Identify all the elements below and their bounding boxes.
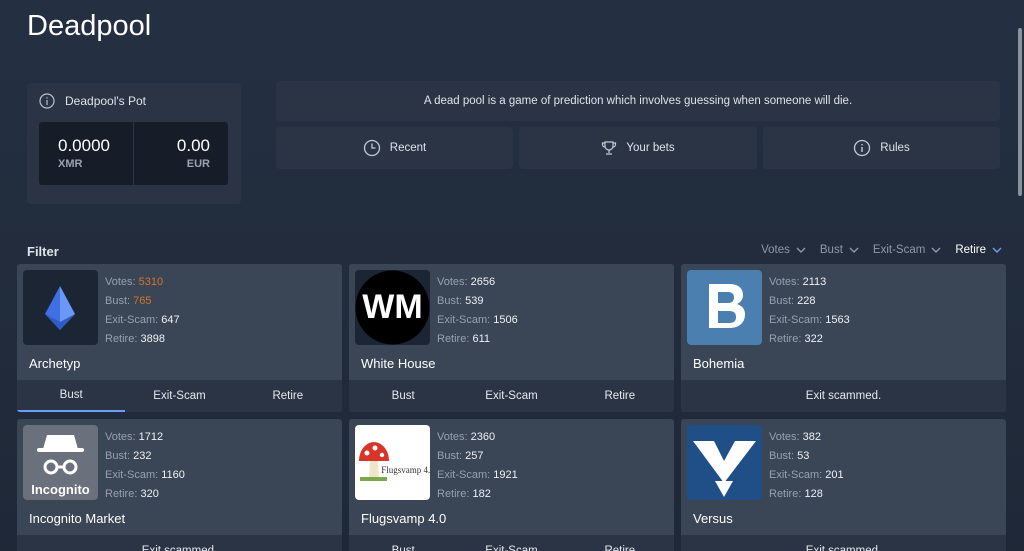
pot-xmr-value: 0.0000 [58, 136, 110, 155]
market-name: White House [361, 356, 436, 371]
sort-retire[interactable]: Retire [955, 244, 1002, 256]
retire-value: 322 [804, 333, 823, 345]
pot-eur-unit: EUR [186, 158, 210, 170]
incognito-logo: Incognito [23, 425, 98, 500]
exit-scam-value: 1921 [493, 469, 518, 481]
white-house-logo: WM [355, 270, 430, 345]
recent-button[interactable]: Recent [276, 127, 513, 169]
v-letter-icon [693, 441, 756, 497]
recent-label: Recent [389, 142, 427, 154]
votes-value: 2656 [470, 276, 496, 288]
status-message: Exit scammed. [805, 545, 882, 551]
mushroom-icon: Flugsvamp 4.0 [359, 442, 430, 481]
chevron-down-icon [931, 247, 941, 253]
b-letter-icon [709, 284, 745, 328]
flugsvamp-logo: Flugsvamp 4.0 [355, 425, 430, 500]
bust-value: 257 [465, 450, 484, 462]
market-name: Incognito Market [29, 511, 126, 526]
scrollbar[interactable] [1018, 28, 1022, 196]
your-bets-label: Your bets [626, 142, 675, 154]
bust-value: 539 [465, 295, 484, 307]
retire-button[interactable]: Retire [234, 380, 342, 412]
page-title: Deadpool [27, 10, 152, 42]
filter-label: Filter [27, 244, 59, 259]
bohemia-logo [687, 270, 762, 345]
bust-button[interactable]: Bust [17, 380, 126, 412]
exit-scam-value: 1506 [493, 314, 518, 326]
retire-button[interactable]: Retire [566, 380, 674, 412]
status-message: Exit scammed. [141, 545, 218, 551]
pot-eur-value: 0.00 [176, 136, 210, 155]
bust-value: 765 [133, 295, 152, 307]
bust-value: 232 [133, 450, 152, 462]
pot-label: Deadpool's Pot [65, 94, 147, 108]
spy-icon: Incognito [31, 435, 90, 497]
clock-icon [363, 139, 380, 157]
exit-scam-button[interactable]: Exit-Scam [125, 380, 233, 412]
pot-panel: Deadpool's Pot 0.0000 XMR 0.00 EUR [27, 83, 241, 204]
trophy-icon [602, 141, 617, 155]
sort-controls: Votes Bust Exit-Scam Retire [747, 244, 1002, 256]
incognito-logo-text: Incognito [31, 482, 90, 497]
market-card: Votes: 5310 Bust: 765 Exit-Scam: 647 Ret… [17, 264, 342, 412]
wm-logo-text: WM [362, 288, 422, 326]
description-banner: A dead pool is a game of prediction whic… [276, 81, 1000, 121]
status-message: Exit scammed. [805, 390, 882, 402]
votes-value: 382 [802, 431, 821, 443]
exit-scam-button[interactable]: Exit-Scam [457, 380, 565, 412]
info-icon [39, 93, 55, 109]
rules-label: Rules [880, 142, 910, 154]
exit-scam-value: 1160 [161, 469, 185, 481]
retire-value: 128 [804, 488, 823, 500]
market-name: Flugsvamp 4.0 [361, 511, 447, 526]
market-name: Bohemia [693, 356, 745, 371]
votes-value: 1712 [138, 431, 164, 443]
info-icon [854, 139, 871, 157]
market-card: Votes: 382 Bust: 53 Exit-Scam: 201 Retir… [681, 419, 1006, 551]
crystal-icon [45, 286, 75, 330]
market-name: Archetyp [29, 356, 81, 371]
your-bets-button[interactable]: Your bets [519, 127, 757, 169]
market-card: Flugsvamp 4.0 Votes: 2360 Bust: 257 Exit… [349, 419, 674, 551]
retire-value: 3898 [140, 333, 165, 345]
versus-logo [687, 425, 762, 500]
exit-scam-value: 1563 [825, 314, 850, 326]
retire-value: 611 [472, 333, 491, 345]
exit-scam-value: 647 [161, 314, 180, 326]
flugsvamp-logo-text: Flugsvamp 4.0 [381, 465, 430, 475]
market-card: WM Votes: 2656 Bust: 539 Exit-Scam: 1506… [349, 264, 674, 412]
pot-xmr-unit: XMR [58, 158, 83, 170]
votes-value: 2113 [802, 276, 827, 288]
votes-value: 5310 [138, 276, 164, 288]
sort-exit-scam[interactable]: Exit-Scam [873, 244, 941, 256]
market-name: Versus [693, 511, 733, 526]
bust-button[interactable]: Bust [349, 380, 457, 412]
sort-votes[interactable]: Votes [761, 244, 806, 256]
rules-button[interactable]: Rules [763, 127, 1000, 169]
archetyp-logo [23, 270, 98, 345]
exit-scam-button[interactable]: Exit-Scam [457, 535, 565, 551]
chevron-down-icon [849, 247, 859, 253]
bust-value: 228 [797, 295, 816, 307]
bust-value: 53 [797, 450, 810, 462]
chevron-down-icon [796, 247, 806, 253]
retire-value: 182 [472, 488, 491, 500]
sort-bust[interactable]: Bust [820, 244, 859, 256]
market-card: Incognito Votes: 1712 Bust: 232 Exit-Sca… [17, 419, 342, 551]
votes-value: 2360 [470, 431, 496, 443]
bust-button[interactable]: Bust [349, 535, 457, 551]
retire-value: 320 [140, 488, 159, 500]
market-card: Votes: 2113 Bust: 228 Exit-Scam: 1563 Re… [681, 264, 1006, 412]
chevron-down-icon [992, 247, 1002, 253]
exit-scam-value: 201 [825, 469, 844, 481]
retire-button[interactable]: Retire [566, 535, 674, 551]
